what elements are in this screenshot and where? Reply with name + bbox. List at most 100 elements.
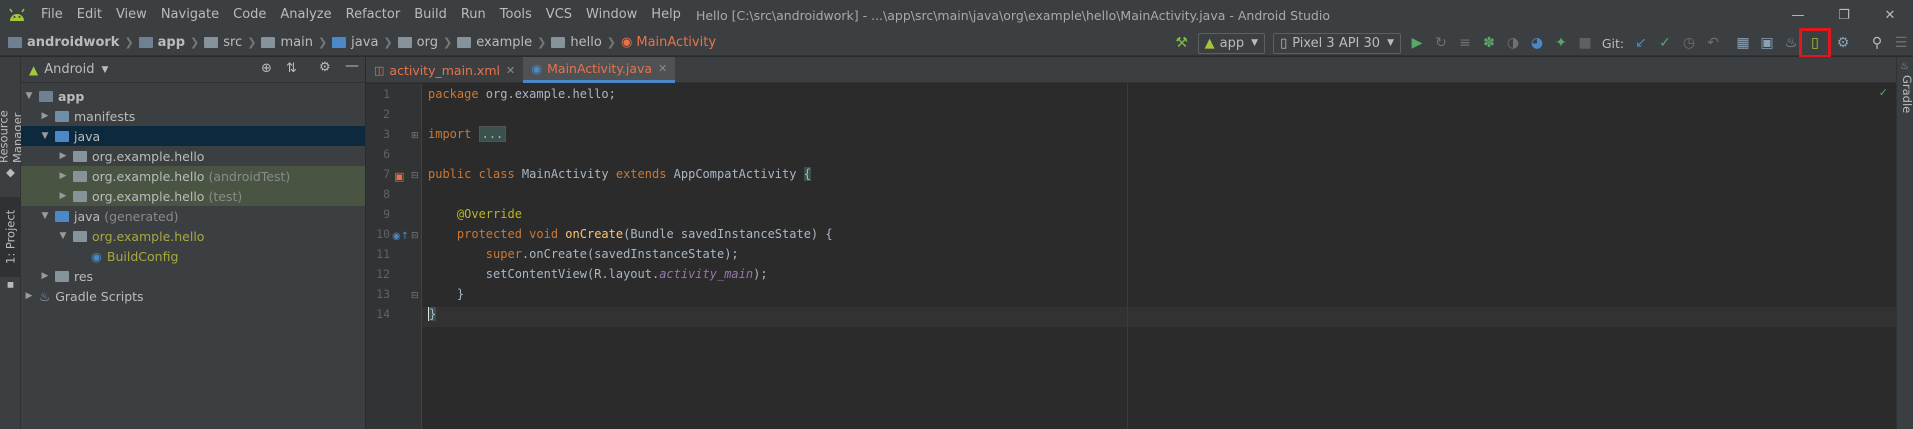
expanded-arrow-icon[interactable]: ▼ <box>39 131 51 141</box>
breadcrumb-main[interactable]: main <box>280 35 312 50</box>
menu-vcs[interactable]: VCS <box>539 0 579 30</box>
code-line: public class MainActivity extends AppCom… <box>428 167 811 181</box>
coverage-icon[interactable]: ◑ <box>1501 32 1525 54</box>
menu-navigate[interactable]: Navigate <box>154 0 226 30</box>
expanded-arrow-icon[interactable]: ▼ <box>23 91 35 101</box>
breadcrumb-src[interactable]: src <box>223 35 242 50</box>
fold-icon[interactable]: ⊟ <box>411 231 419 241</box>
tree-item-package-test[interactable]: ▶ org.example.hello (test) <box>21 186 365 206</box>
avd-manager-icon[interactable]: ▯ <box>1799 28 1831 58</box>
tree-item-buildconfig[interactable]: ◉ BuildConfig <box>21 246 365 266</box>
collapsed-arrow-icon[interactable]: ▶ <box>23 291 35 301</box>
hammer-icon[interactable]: ⚒ <box>1170 32 1194 54</box>
class-icon: ◉ <box>91 248 102 264</box>
expanded-arrow-icon[interactable]: ▼ <box>39 211 51 221</box>
search-icon[interactable]: ⚲ <box>1865 32 1889 54</box>
locate-icon[interactable]: ⊕ <box>261 61 272 76</box>
menu-tools[interactable]: Tools <box>493 0 539 30</box>
git-commit-icon[interactable]: ✓ <box>1653 32 1677 54</box>
minimize-icon[interactable]: — <box>1775 0 1821 30</box>
collapsed-arrow-icon[interactable]: ▶ <box>57 171 69 181</box>
tree-item-manifests[interactable]: ▶ manifests <box>21 106 365 126</box>
sync-gradle-icon[interactable]: ♨ <box>1779 32 1803 54</box>
module-folder-icon <box>39 90 53 102</box>
project-folder-icon <box>8 37 22 48</box>
menu-view[interactable]: View <box>109 0 154 30</box>
code-editor[interactable]: package org.example.hello; import ... pu… <box>422 84 1896 429</box>
apply-changes-icon[interactable]: ↻ <box>1429 32 1453 54</box>
menu-build[interactable]: Build <box>407 0 454 30</box>
fold-icon[interactable]: ⊞ <box>411 131 419 141</box>
menu-window[interactable]: Window <box>579 0 644 30</box>
menu-refactor[interactable]: Refactor <box>339 0 408 30</box>
menu-file[interactable]: File <box>34 0 70 30</box>
git-rollback-icon[interactable]: ↶ <box>1701 32 1725 54</box>
breadcrumb-java[interactable]: java <box>351 35 378 50</box>
chevron-down-icon[interactable]: ▼ <box>102 65 109 75</box>
activity-gutter-icon[interactable]: ▣ <box>394 170 404 183</box>
collapsed-arrow-icon[interactable]: ▶ <box>57 151 69 161</box>
hide-panel-icon[interactable]: — <box>345 58 359 74</box>
close-icon[interactable]: ✕ <box>1867 0 1913 30</box>
sdk-manager-icon[interactable]: ▣ <box>1755 32 1779 54</box>
project-panel-header: ▲ Android ▼ ⊕ ⇅ ⚙ — <box>21 57 365 83</box>
breadcrumb-module[interactable]: app <box>158 35 185 50</box>
close-tab-icon[interactable]: ✕ <box>506 64 515 77</box>
stop-icon[interactable]: ■ <box>1573 32 1597 54</box>
tab-gradle[interactable]: Gradle <box>1897 75 1913 113</box>
breadcrumb-class[interactable]: MainActivity <box>636 35 716 50</box>
code-line: import ... <box>428 124 507 144</box>
settings-icon[interactable]: ☰ <box>1889 32 1913 54</box>
menu-analyze[interactable]: Analyze <box>273 0 338 30</box>
run-icon[interactable]: ▶ <box>1405 32 1429 54</box>
collapsed-arrow-icon[interactable]: ▶ <box>57 191 69 201</box>
tree-item-java-generated[interactable]: ▼ java (generated) <box>21 206 365 226</box>
chevron-down-icon: ▼ <box>1387 38 1394 48</box>
line-number: 2 <box>383 107 390 121</box>
tab-project[interactable]: 1: Project <box>0 197 21 277</box>
breadcrumb-org[interactable]: org <box>417 35 438 50</box>
menu-code[interactable]: Code <box>226 0 273 30</box>
tree-item-res[interactable]: ▶ res <box>21 266 365 286</box>
collapsed-arrow-icon[interactable]: ▶ <box>39 111 51 121</box>
debug-icon[interactable]: ✽ <box>1477 32 1501 54</box>
tree-item-generated-package[interactable]: ▼ org.example.hello <box>21 226 365 246</box>
tree-item-app[interactable]: ▼ app <box>21 86 365 106</box>
tab-resource-manager[interactable]: Resource Manager <box>0 63 25 163</box>
tab-activity-main-xml[interactable]: ◫ activity_main.xml ✕ <box>366 57 523 83</box>
fold-icon[interactable]: ⊟ <box>411 171 419 181</box>
breadcrumb-example[interactable]: example <box>476 35 532 50</box>
breadcrumb-hello[interactable]: hello <box>570 35 601 50</box>
run-config-select[interactable]: ▲ app ▼ <box>1197 32 1266 54</box>
project-structure-icon[interactable]: ▦ <box>1731 32 1755 54</box>
android-profiler-icon[interactable]: ⚙ <box>1831 32 1855 54</box>
gear-icon[interactable]: ⚙ <box>319 60 331 75</box>
git-update-icon[interactable]: ↙ <box>1629 32 1653 54</box>
restore-icon[interactable]: ❐ <box>1821 0 1867 30</box>
device-select[interactable]: ▯ Pixel 3 API 30 ▼ <box>1273 32 1401 54</box>
tree-item-package[interactable]: ▶ org.example.hello <box>21 146 365 166</box>
tree-item-package-android-test[interactable]: ▶ org.example.hello (androidTest) <box>21 166 365 186</box>
collapsed-arrow-icon[interactable]: ▶ <box>39 271 51 281</box>
folder-icon <box>55 110 69 122</box>
project-view-select[interactable]: Android <box>44 62 94 77</box>
git-history-icon[interactable]: ◷ <box>1677 32 1701 54</box>
attach-debugger-icon[interactable]: ✦ <box>1549 32 1573 54</box>
code-line: @Override <box>456 207 522 221</box>
override-gutter-icon[interactable]: ◉↑ <box>392 231 409 242</box>
expanded-arrow-icon[interactable]: ▼ <box>57 231 69 241</box>
close-tab-icon[interactable]: ✕ <box>658 62 667 75</box>
profile-icon[interactable]: ◕ <box>1525 32 1549 54</box>
fold-icon[interactable]: ⊟ <box>411 291 419 301</box>
tree-item-gradle-scripts[interactable]: ▶ ♨ Gradle Scripts <box>21 286 365 306</box>
tab-main-activity-java[interactable]: ◉ MainActivity.java ✕ <box>523 57 676 83</box>
menu-run[interactable]: Run <box>454 0 493 30</box>
apply-code-changes-icon[interactable]: ≡ <box>1453 32 1477 54</box>
breadcrumb-project[interactable]: androidwork <box>27 35 119 50</box>
inspection-ok-icon[interactable]: ✓ <box>1879 86 1888 99</box>
menu-edit[interactable]: Edit <box>70 0 109 30</box>
menu-help[interactable]: Help <box>644 0 688 30</box>
source-folder-icon <box>332 37 347 48</box>
tree-item-java[interactable]: ▼ java <box>21 126 365 146</box>
collapse-all-icon[interactable]: ⇅ <box>286 61 297 76</box>
